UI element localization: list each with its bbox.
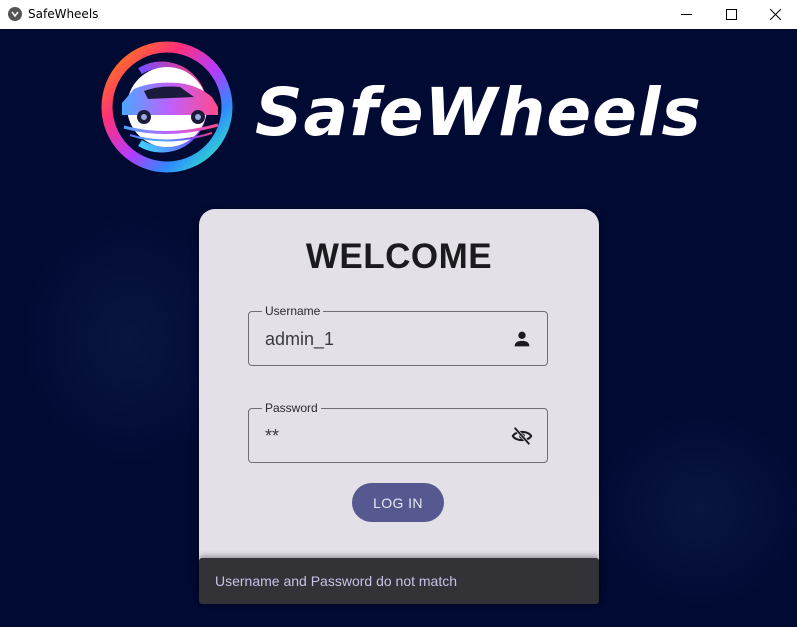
welcome-heading: WELCOME (305, 237, 493, 276)
person-icon (514, 331, 530, 347)
password-label: Password (262, 401, 321, 415)
window-titlebar[interactable]: SafeWheels (0, 0, 797, 29)
close-button[interactable] (752, 0, 797, 29)
username-label: Username (262, 304, 324, 318)
close-icon (769, 9, 781, 20)
background-glow (590, 409, 797, 609)
error-snackbar: Username and Password do not match (199, 558, 599, 604)
login-card: WELCOME Username admin_1 Password ** LOG… (199, 209, 599, 601)
password-input[interactable]: ** (265, 426, 279, 446)
username-field[interactable]: Username admin_1 (248, 304, 548, 366)
app-window: SafeWheels WELCOME Username admin_1 Pass… (0, 29, 797, 627)
minimize-button[interactable] (663, 0, 709, 29)
snackbar-message: Username and Password do not match (215, 573, 458, 589)
password-field[interactable]: Password ** (248, 401, 548, 463)
maximize-button[interactable] (708, 0, 754, 29)
app-icon (8, 7, 22, 21)
window-title: SafeWheels (28, 7, 99, 21)
username-input[interactable]: admin_1 (265, 329, 334, 349)
minimize-icon (680, 14, 692, 15)
login-button[interactable]: LOG IN (352, 483, 444, 522)
maximize-icon (725, 9, 737, 20)
car-ring-logo-icon (101, 41, 233, 173)
brand-name: SafeWheels (255, 74, 702, 151)
eye-off-icon[interactable] (511, 425, 533, 447)
